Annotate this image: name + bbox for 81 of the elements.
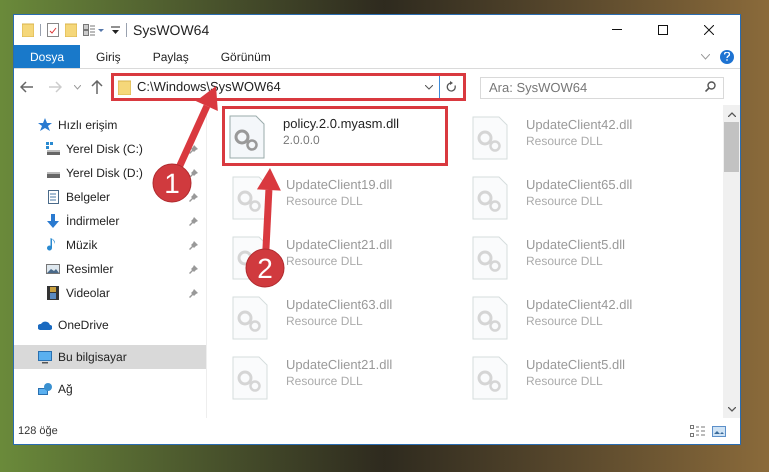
- file-detail: Resource DLL: [286, 373, 364, 389]
- callout-number: 1: [164, 168, 180, 199]
- scroll-down-icon[interactable]: [728, 407, 736, 412]
- dll-file-icon: [472, 296, 508, 340]
- callout-badge: [152, 164, 192, 202]
- sidebar-item[interactable]: Yerel Disk (D:): [66, 164, 143, 182]
- file-detail: Resource DLL: [286, 253, 364, 269]
- star-icon: [38, 118, 52, 132]
- search-field[interactable]: Ara: SysWOW64: [480, 76, 724, 98]
- ribbon-tab[interactable]: Dosya: [14, 45, 80, 68]
- up-arrow-icon[interactable]: [91, 80, 103, 94]
- expand-ribbon-icon[interactable]: [701, 54, 710, 60]
- highlighted-file-item[interactable]: policy.2.0.myasm.dll 2.0.0.0: [222, 106, 448, 166]
- file-name[interactable]: policy.2.0.myasm.dll: [283, 115, 400, 132]
- close-icon: [704, 25, 714, 35]
- recent-dropdown-icon[interactable]: [74, 84, 81, 90]
- film-icon: [46, 286, 60, 300]
- dll-file-icon: [229, 115, 265, 159]
- scrollbar[interactable]: [723, 105, 740, 418]
- thumbnail-view-icon[interactable]: [712, 426, 726, 436]
- file-detail: Resource DLL: [526, 133, 604, 149]
- dll-file-icon: [232, 356, 268, 400]
- sidebar-item[interactable]: Yerel Disk (C:): [66, 140, 143, 158]
- sidebar-item[interactable]: Müzik: [66, 236, 98, 254]
- file-detail: Resource DLL: [526, 193, 604, 209]
- monitor-icon: [38, 350, 52, 364]
- ribbon-tab[interactable]: Giriş: [80, 45, 137, 68]
- pin-icon[interactable]: [189, 240, 198, 250]
- scroll-thumb[interactable]: [724, 122, 739, 172]
- network-icon: [38, 382, 52, 396]
- address-path: C:\Windows\SysWOW64: [137, 78, 282, 96]
- maximize-icon: [658, 25, 668, 35]
- dll-file-icon: [232, 296, 268, 340]
- dll-file-icon: [472, 176, 508, 220]
- sidebar-item[interactable]: Resimler: [66, 260, 114, 278]
- down-arrow-icon: [46, 214, 60, 228]
- picture-icon: [46, 262, 60, 276]
- dll-file-icon: [472, 356, 508, 400]
- properties-icon[interactable]: [47, 23, 59, 37]
- help-icon[interactable]: [720, 50, 734, 64]
- sidebar-item[interactable]: Hızlı erişim: [14, 113, 206, 137]
- drive-icon: [46, 142, 60, 156]
- window-title: SysWOW64: [133, 20, 210, 40]
- file-detail: Resource DLL: [526, 253, 604, 269]
- dll-file-icon: [232, 176, 268, 220]
- callout-badge: [246, 248, 284, 288]
- ribbon-tab[interactable]: Görünüm: [204, 45, 287, 68]
- view-icon[interactable]: [83, 24, 105, 36]
- folder-icon: [118, 80, 131, 94]
- search-icon[interactable]: [705, 81, 716, 92]
- details-view-icon[interactable]: [690, 425, 706, 437]
- address-bar[interactable]: C:\Windows\SysWOW64: [111, 73, 466, 101]
- dropdown-caret-icon[interactable]: [425, 84, 433, 90]
- dll-file-icon: [472, 116, 508, 160]
- sidebar-item[interactable]: OneDrive: [14, 313, 206, 337]
- scroll-up-icon[interactable]: [728, 112, 736, 117]
- pin-icon[interactable]: [189, 192, 198, 202]
- pin-icon[interactable]: [189, 264, 198, 274]
- document-icon: [46, 190, 60, 204]
- file-detail: Resource DLL: [526, 373, 604, 389]
- item-count: 128 öğe: [18, 424, 58, 439]
- sidebar-item[interactable]: Belgeler: [66, 188, 110, 206]
- sidebar-item[interactable]: İndirmeler: [66, 212, 120, 230]
- file-detail: Resource DLL: [286, 313, 364, 329]
- sidebar-item[interactable]: Videolar: [66, 284, 110, 302]
- file-detail: Resource DLL: [286, 193, 364, 209]
- pin-icon[interactable]: [189, 144, 198, 154]
- customize-caret-icon[interactable]: [111, 26, 120, 34]
- refresh-icon[interactable]: [446, 81, 457, 93]
- minimize-icon: [612, 29, 622, 31]
- sidebar-item[interactable]: Ağ: [14, 377, 206, 401]
- pin-icon[interactable]: [189, 216, 198, 226]
- sidebar-item[interactable]: Bu bilgisayar: [14, 345, 206, 369]
- ribbon-tab[interactable]: Paylaş: [136, 45, 205, 68]
- pin-icon[interactable]: [189, 288, 198, 298]
- file-detail: Resource DLL: [526, 313, 604, 329]
- pin-icon[interactable]: [189, 168, 198, 178]
- back-arrow-icon[interactable]: [20, 81, 34, 93]
- callout-number: 2: [257, 253, 273, 284]
- file-detail: 2.0.0.0: [283, 132, 321, 148]
- dll-file-icon: [472, 236, 508, 280]
